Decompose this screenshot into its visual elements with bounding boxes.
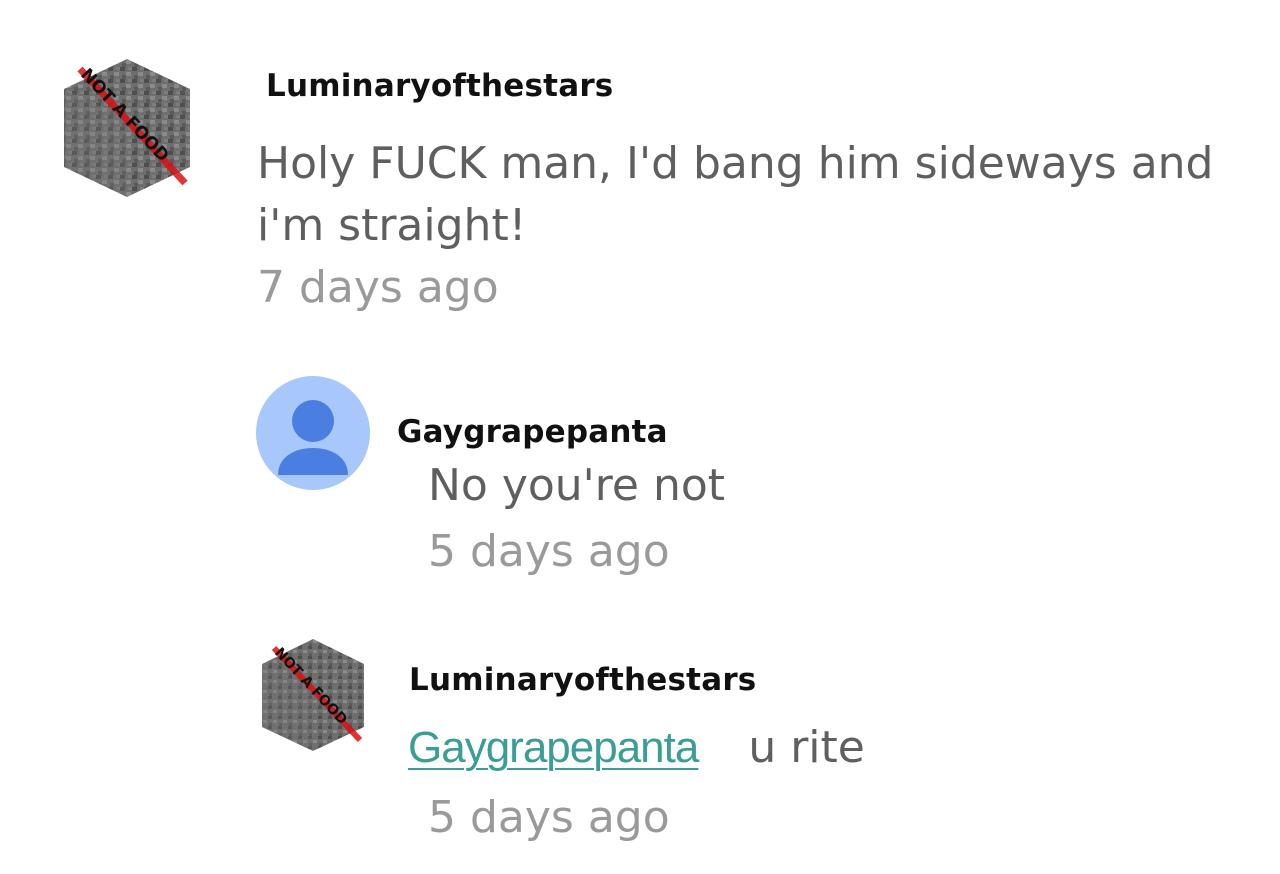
reply-2: NOT A FOOD Luminaryofthestars Gaygrapepa… bbox=[0, 620, 1280, 874]
comment-text: No you're not bbox=[428, 460, 725, 511]
stone-block-avatar-icon[interactable]: NOT A FOOD bbox=[258, 636, 368, 754]
comment-author[interactable]: Luminaryofthestars bbox=[266, 68, 613, 104]
comment-1: NOT A FOOD Luminaryofthestars Holy FUCK … bbox=[0, 0, 1280, 330]
reply-1: Gaygrapepanta No you're not 5 days ago bbox=[0, 360, 1280, 600]
comment-timestamp: 7 days ago bbox=[257, 262, 499, 313]
mention-link[interactable]: Gaygrapepanta bbox=[408, 723, 699, 772]
comment-timestamp: 5 days ago bbox=[428, 526, 670, 577]
comment-text: Holy FUCK man, I'd bang him sideways and… bbox=[257, 138, 1214, 251]
comment-author[interactable]: Luminaryofthestars bbox=[409, 662, 756, 698]
stone-block-avatar-icon[interactable]: NOT A FOOD bbox=[60, 55, 195, 200]
reply-text: u rite bbox=[748, 722, 865, 773]
comment-author[interactable]: Gaygrapepanta bbox=[397, 414, 668, 450]
comment-text-line: Gaygrapepanta u rite bbox=[408, 717, 865, 779]
default-user-avatar-icon[interactable] bbox=[256, 376, 370, 490]
comment-timestamp: 5 days ago bbox=[428, 792, 670, 843]
